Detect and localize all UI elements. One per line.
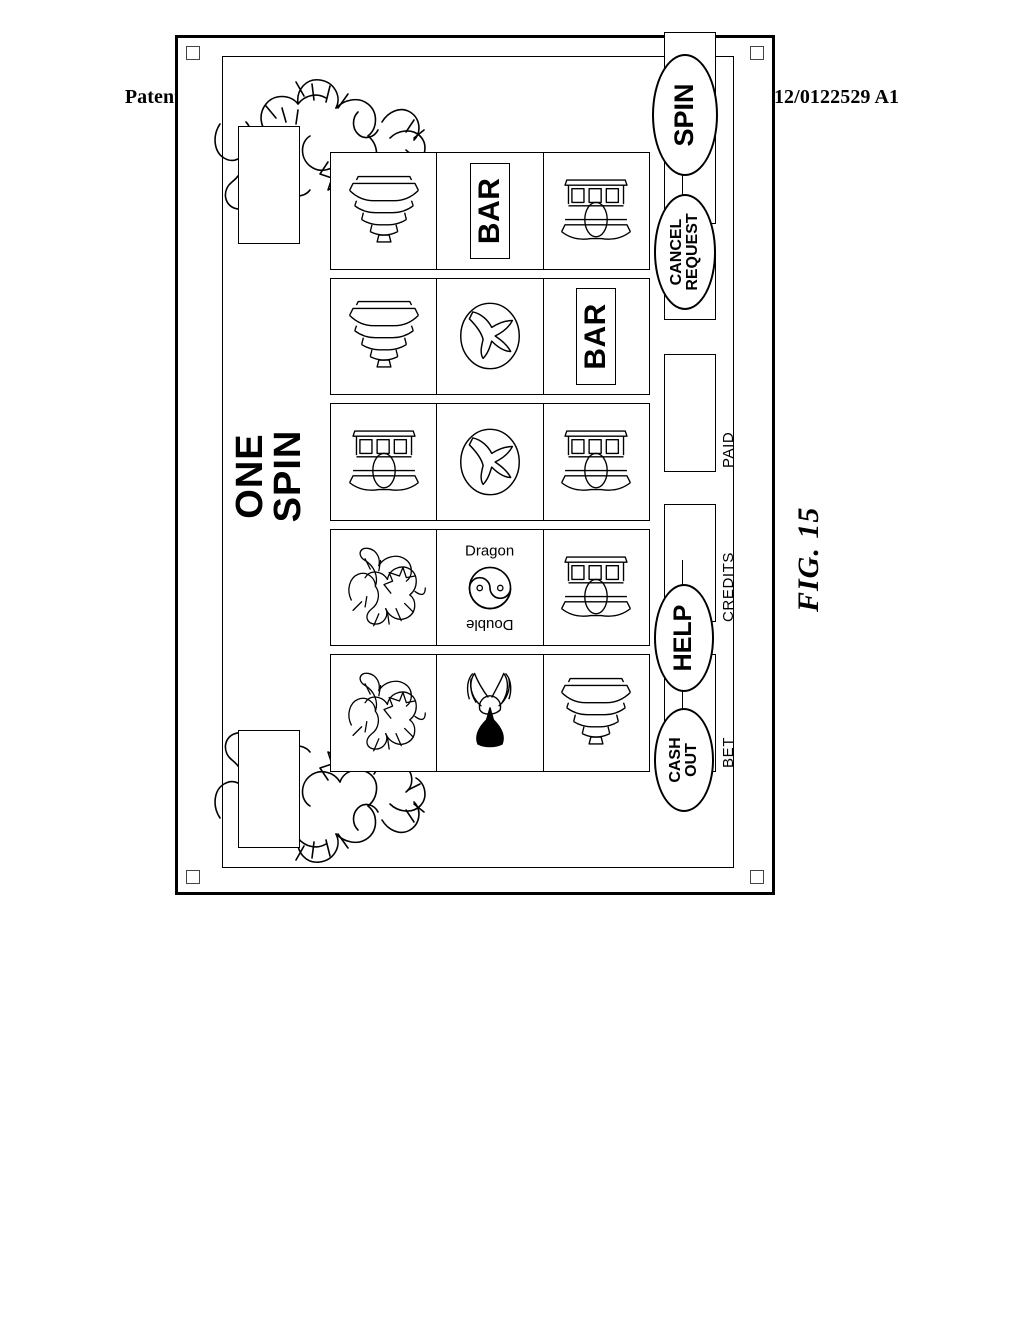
button-row: CASH OUT HELP CANCEL REQUEST SPIN <box>648 54 758 866</box>
gate-coin-icon <box>561 179 632 240</box>
reel-cell <box>437 278 544 395</box>
reel-cell <box>331 278 438 395</box>
bar-symbol: BAR <box>576 288 617 385</box>
yin-yang-icon <box>468 566 512 609</box>
cash-out-line2: OUT <box>683 743 700 777</box>
reel-5[interactable]: BAR <box>330 152 650 270</box>
reel-1[interactable] <box>330 654 650 772</box>
reel-cell <box>544 404 649 520</box>
figure-15: ONE SPIN Double Dragon BAR BAR BET CREDI… <box>175 32 775 1155</box>
pagoda-icon <box>561 678 632 745</box>
pagoda-icon <box>348 301 419 369</box>
reel-cell <box>437 655 544 771</box>
one-spin-line1: ONE <box>229 433 271 519</box>
double-dragon-label-left: Double <box>466 615 514 633</box>
reel-grid: Double Dragon BAR BAR <box>330 152 650 772</box>
double-dragon-label-right: Dragon <box>465 542 515 560</box>
reel-cell: BAR <box>437 153 544 269</box>
help-label: HELP <box>669 604 698 672</box>
pagoda-icon <box>348 175 419 243</box>
dragon-head-icon <box>347 672 426 752</box>
cash-out-line1: CASH <box>666 737 684 783</box>
reel-3[interactable] <box>330 403 650 521</box>
banner-box-left <box>238 730 300 848</box>
star-circle-icon <box>460 428 520 496</box>
slot-machine-cabinet: ONE SPIN Double Dragon BAR BAR BET CREDI… <box>175 32 775 895</box>
corner-marker-icon <box>186 870 200 884</box>
one-spin-banner: ONE SPIN <box>229 386 309 566</box>
spin-label: SPIN <box>669 83 700 147</box>
figure-caption: FIG. 15 <box>792 506 825 612</box>
gate-coin-icon <box>561 430 632 491</box>
reel-cell <box>331 655 438 771</box>
spin-button[interactable]: SPIN <box>652 54 718 176</box>
reel-cell <box>437 404 544 520</box>
reel-cell <box>544 655 649 771</box>
corner-marker-icon <box>186 46 200 60</box>
gate-coin-icon <box>348 430 419 491</box>
reel-cell <box>544 530 649 646</box>
reel-cell <box>331 529 438 646</box>
cancel-request-button[interactable]: CANCEL REQUEST <box>654 194 716 310</box>
gate-coin-icon <box>561 555 632 617</box>
bar-symbol: BAR <box>469 162 510 260</box>
star-circle-icon <box>460 303 520 370</box>
one-spin-line2: SPIN <box>267 429 309 523</box>
reel-cell <box>331 153 438 269</box>
banner-box-right <box>238 126 300 244</box>
corner-marker-icon <box>750 870 764 884</box>
cash-out-button[interactable]: CASH OUT <box>654 708 714 812</box>
cancel-line1: CANCEL <box>667 218 685 286</box>
reel-cell <box>544 153 649 269</box>
cancel-line2: REQUEST <box>684 213 701 291</box>
reel-4[interactable]: BAR <box>330 277 650 396</box>
reel-cell-double-dragon: Double Dragon <box>437 529 544 646</box>
dragon-head-icon <box>347 547 426 627</box>
reel-cell <box>331 404 438 520</box>
help-button[interactable]: HELP <box>654 584 714 692</box>
reel-cell: BAR <box>544 279 649 395</box>
lotus-firecracker-icon <box>466 672 512 748</box>
reel-2[interactable]: Double Dragon <box>330 528 650 647</box>
top-banner-row: ONE SPIN <box>224 106 312 866</box>
